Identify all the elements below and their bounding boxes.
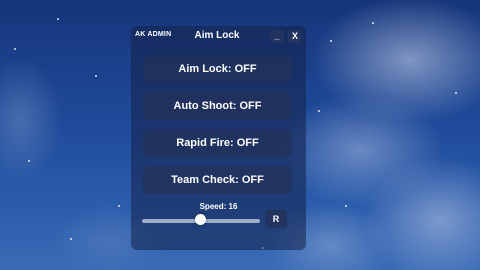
aim-lock-toggle-button[interactable]: Aim Lock: OFF: [143, 55, 292, 83]
speed-slider-knob[interactable]: [195, 214, 206, 225]
close-button[interactable]: X: [288, 30, 302, 43]
title-bar[interactable]: AK ADMIN Aim Lock _ X: [131, 26, 306, 48]
speed-label: Speed: 16: [199, 202, 238, 211]
auto-shoot-toggle-button[interactable]: Auto Shoot: OFF: [143, 92, 292, 120]
rapid-fire-toggle-button[interactable]: Rapid Fire: OFF: [143, 129, 292, 157]
reset-speed-button[interactable]: R: [265, 210, 287, 228]
aim-lock-panel: AK ADMIN Aim Lock _ X Aim Lock: OFF Auto…: [131, 26, 306, 250]
brand-label: AK ADMIN: [135, 31, 172, 38]
window-title: Aim Lock: [194, 30, 240, 41]
team-check-toggle-button[interactable]: Team Check: OFF: [143, 166, 292, 194]
minimize-button[interactable]: _: [270, 30, 284, 43]
